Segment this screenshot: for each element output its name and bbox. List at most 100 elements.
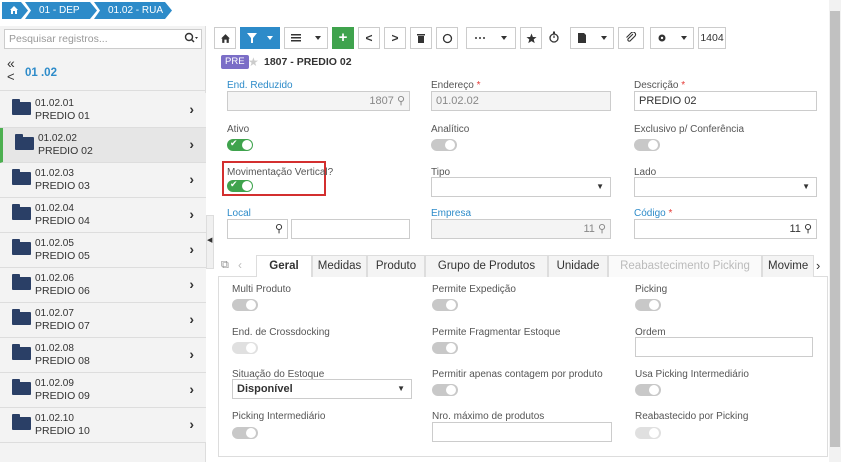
tab-scroll-left-icon[interactable]: ‹ [238, 258, 242, 272]
tipo-select[interactable]: ▼ [431, 177, 611, 197]
folder-icon [12, 99, 31, 115]
endereco-label-text: Endereço [431, 80, 474, 91]
local-desc-input[interactable] [291, 219, 410, 239]
permite-fragmentar-toggle[interactable] [432, 342, 458, 354]
search-icon[interactable]: ⚲ [804, 223, 812, 235]
back-icon[interactable]: < [7, 69, 15, 84]
attachment-icon[interactable] [618, 27, 644, 49]
folder-icon [12, 379, 31, 395]
breadcrumb: 01 - DEP 01 01.02 - RUA 02 [0, 0, 841, 22]
list-item[interactable]: 01.02.06 PREDIO 06 › [0, 268, 206, 303]
tab-produto[interactable]: Produto [367, 255, 425, 277]
chevron-right-icon[interactable]: › [189, 381, 194, 397]
list-item[interactable]: 01.02.01 PREDIO 01 › [0, 93, 206, 128]
permite-fragmentar-label: Permite Fragmentar Estoque [432, 327, 561, 338]
local-label: Local [227, 208, 251, 219]
search-input[interactable]: Pesquisar registros... [4, 29, 202, 49]
timer-icon[interactable] [544, 27, 564, 49]
list-item-code: 01.02.10 [35, 413, 74, 424]
report-button[interactable] [570, 27, 614, 49]
list-item-name: PREDIO 01 [35, 110, 90, 122]
search-icon[interactable] [184, 32, 198, 47]
chevron-right-icon[interactable]: › [189, 416, 194, 432]
scrollbar-thumb[interactable] [830, 11, 840, 447]
copy-icon[interactable]: ⧉ [221, 259, 229, 272]
tab-reabastecimento-picking[interactable]: Reabastecimento Picking [608, 255, 762, 277]
home-button[interactable] [214, 27, 236, 49]
required-mark: * [668, 208, 673, 219]
tab-unidade[interactable]: Unidade [548, 255, 608, 277]
nro-max-produtos-input[interactable] [432, 422, 612, 442]
star-icon[interactable]: ★ [248, 55, 259, 69]
folder-icon [12, 309, 31, 325]
permitir-contagem-toggle[interactable] [432, 384, 458, 396]
refresh-button[interactable] [436, 27, 458, 49]
previous-button[interactable]: < [358, 27, 380, 49]
tab-medidas[interactable]: Medidas [312, 255, 367, 277]
multi-produto-toggle[interactable] [232, 299, 258, 311]
chevron-right-icon[interactable]: › [189, 136, 194, 152]
lado-select[interactable]: ▼ [634, 177, 817, 197]
exclusivo-toggle[interactable] [634, 139, 660, 151]
folder-icon [12, 414, 31, 430]
list-item[interactable]: 01.02.10 PREDIO 10 › [0, 408, 206, 443]
list-item[interactable]: 01.02.08 PREDIO 08 › [0, 338, 206, 373]
tab-scroll-right-icon[interactable]: › [816, 258, 820, 273]
picking-inter-toggle[interactable] [232, 427, 258, 439]
more-actions-button[interactable] [466, 27, 516, 49]
end-crossdocking-toggle[interactable] [232, 342, 258, 354]
ativo-label: Ativo [227, 124, 250, 135]
tab-bar: ⧉ ‹ Geral Medidas Produto Grupo de Produ… [218, 255, 828, 278]
list-item-name: PREDIO 10 [35, 425, 90, 437]
list-item[interactable]: 01.02.07 PREDIO 07 › [0, 303, 206, 338]
search-icon[interactable]: ⚲ [397, 95, 405, 107]
settings-button[interactable] [650, 27, 694, 49]
list-item[interactable]: 01.02.09 PREDIO 09 › [0, 373, 206, 408]
local-code-input[interactable]: ⚲ [227, 219, 288, 239]
ativo-toggle[interactable]: ✔ [227, 138, 253, 151]
list-item[interactable]: 01.02.04 PREDIO 04 › [0, 198, 206, 233]
list-item-code: 01.02.02 [38, 133, 77, 144]
folder-icon [12, 204, 31, 220]
delete-button[interactable] [410, 27, 432, 49]
chevron-right-icon[interactable]: › [189, 171, 194, 187]
picking-toggle[interactable] [635, 299, 661, 311]
chevron-right-icon[interactable]: › [189, 311, 194, 327]
search-icon[interactable]: ⚲ [275, 223, 283, 235]
usa-picking-inter-toggle[interactable] [635, 384, 661, 396]
ordem-input[interactable] [635, 337, 813, 357]
descricao-input[interactable]: PREDIO 02 [634, 91, 817, 111]
codigo-input[interactable]: 11 ⚲ [634, 219, 817, 239]
breadcrumb-item-rua[interactable]: 01.02 - RUA 02 [94, 2, 172, 19]
add-button[interactable]: + [332, 27, 354, 49]
chevron-right-icon[interactable]: › [189, 101, 194, 117]
chevron-right-icon[interactable]: › [189, 346, 194, 362]
permite-expedicao-toggle[interactable] [432, 299, 458, 311]
list-item[interactable]: 01.02.03 PREDIO 03 › [0, 163, 206, 198]
chevron-right-icon[interactable]: › [189, 241, 194, 257]
tab-geral[interactable]: Geral [256, 255, 312, 278]
usa-picking-inter-label: Usa Picking Intermediário [635, 369, 749, 380]
list-item[interactable]: 01.02.02 PREDIO 02 › [0, 128, 206, 163]
chevron-right-icon[interactable]: › [189, 276, 194, 292]
next-button[interactable]: > [384, 27, 406, 49]
analitico-toggle[interactable] [431, 139, 457, 151]
favorite-button[interactable] [520, 27, 542, 49]
situacao-select[interactable]: Disponível ▼ [232, 379, 412, 399]
mov-vertical-toggle[interactable]: ✔ [227, 179, 253, 192]
tab-grupo-produtos[interactable]: Grupo de Produtos [425, 255, 548, 277]
reabastecido-picking-toggle[interactable] [635, 427, 661, 439]
list-item[interactable]: 01.02.05 PREDIO 05 › [0, 233, 206, 268]
tab-movimentacao[interactable]: Movime [762, 255, 814, 277]
record-counter: 1404 [698, 27, 726, 49]
list-view-button[interactable] [284, 27, 328, 49]
reabastecido-picking-label: Reabastecido por Picking [635, 411, 749, 422]
filter-button[interactable] [240, 27, 280, 49]
record-title: 1807 - PREDIO 02 [264, 56, 352, 68]
search-icon[interactable]: ⚲ [598, 223, 606, 235]
chevron-down-icon: ▼ [802, 182, 810, 191]
home-icon[interactable] [2, 2, 28, 19]
panel-toggle-handle[interactable]: ◀ [206, 215, 214, 269]
chevron-right-icon[interactable]: › [189, 206, 194, 222]
breadcrumb-item-dep[interactable]: 01 - DEP 01 [25, 2, 97, 19]
